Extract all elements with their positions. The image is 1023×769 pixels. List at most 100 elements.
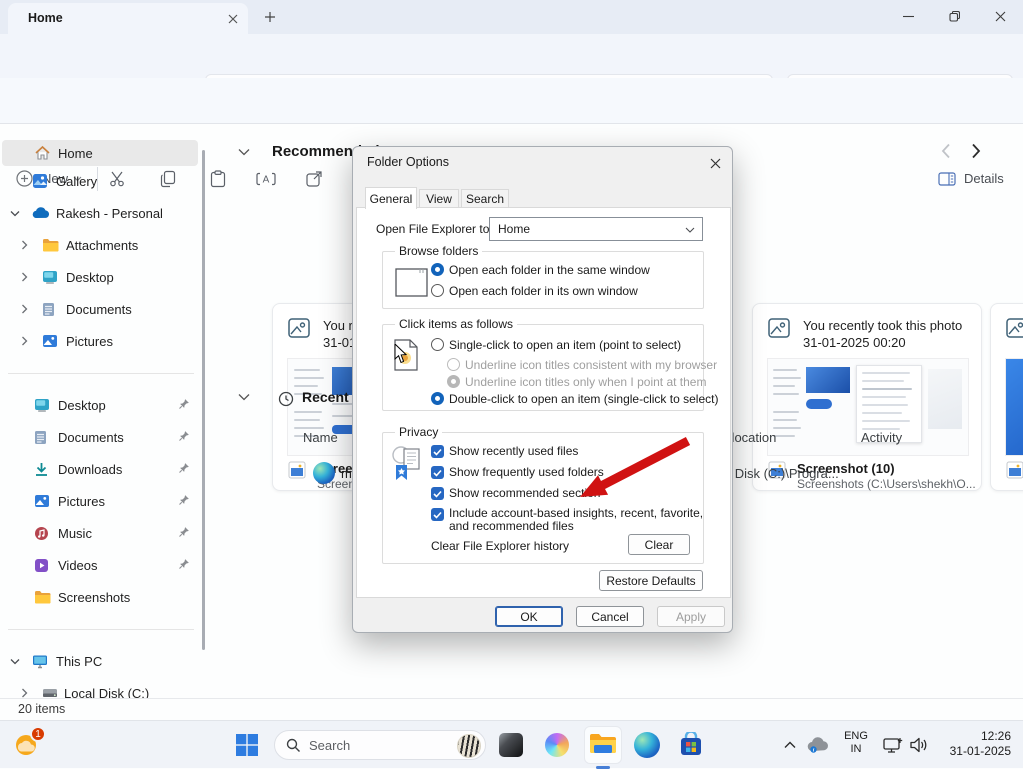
pin-icon [178,398,190,410]
sidebar-item-videos[interactable]: Videos [0,552,200,578]
tab-search[interactable]: Search [461,189,509,208]
tab-close-icon[interactable] [224,10,242,28]
folder-icon [42,238,59,252]
carousel-prev-icon[interactable] [941,143,951,159]
app-icon-dark[interactable] [496,730,526,760]
tab-view[interactable]: View [419,189,459,208]
open-to-label: Open File Explorer to: [376,222,493,236]
tray-chevron-up-icon[interactable] [775,730,805,760]
pin-icon [178,526,190,538]
checkbox-show-recommended[interactable] [431,487,444,500]
cancel-button[interactable]: Cancel [576,606,644,627]
taskbar-search[interactable] [274,730,486,760]
language-indicator[interactable]: ENGIN [840,730,872,756]
sidebar-item-pictures-od[interactable]: Pictures [0,328,200,354]
collapse-recommended-icon[interactable] [238,148,250,156]
date: 31-01-2025 [950,744,1011,758]
chevron-down-icon[interactable] [10,658,20,665]
command-bar: New A Sort View Filter Details [0,78,1023,124]
pin-icon [178,430,190,442]
widgets-weather-icon[interactable]: 1 [12,730,42,760]
downloads-icon [34,462,49,477]
chevron-right-icon[interactable] [21,304,28,314]
folder-options-dialog: Folder Options General View Search Open … [352,146,733,633]
radio-same-window[interactable] [431,263,444,276]
collapse-recent-icon[interactable] [238,393,250,401]
chevron-right-icon[interactable] [21,688,28,698]
radio-own-window[interactable] [431,284,444,297]
column-activity[interactable]: Activity [861,430,902,445]
music-icon [34,526,49,541]
sidebar-scrollbar[interactable] [202,150,205,650]
sidebar-item-documents-od[interactable]: Documents [0,296,200,322]
volume-icon[interactable] [904,730,934,760]
search-highlight-image[interactable] [457,734,481,758]
chevron-right-icon[interactable] [21,336,28,346]
dialog-close-icon[interactable] [706,154,724,172]
store-icon[interactable] [676,730,706,760]
close-icon[interactable] [977,0,1023,33]
sidebar-item-attachments[interactable]: Attachments [0,232,200,258]
checkbox-frequently-used[interactable] [431,466,444,479]
ok-button[interactable]: OK [495,606,563,627]
sidebar-item-music[interactable]: Music [0,520,200,546]
radio-double-click[interactable] [431,392,444,405]
pin-icon [178,558,190,570]
desktop-icon [42,270,58,284]
dialog-title: Folder Options [367,155,449,169]
sidebar-divider [8,373,194,374]
radio-single-click[interactable] [431,338,444,351]
sidebar-item-this-pc[interactable]: This PC [0,648,200,674]
apply-button[interactable]: Apply [657,606,725,627]
new-tab-icon[interactable] [260,7,280,27]
sidebar-item-desktop-od[interactable]: Desktop [0,264,200,290]
photo-icon [1005,316,1023,340]
edge-icon[interactable] [632,730,662,760]
clock[interactable]: 12:2631-01-2025 [935,729,1011,759]
time: 12:26 [981,729,1011,743]
file-explorer-icon [589,732,617,756]
column-name[interactable]: Name [303,430,338,445]
click-items-icon [392,338,420,374]
carousel-next-icon[interactable] [971,143,981,159]
checkbox-account-insights[interactable] [431,508,444,521]
document-icon [42,302,55,317]
open-to-dropdown[interactable]: Home [489,217,703,241]
item-count: 20 items [18,702,65,716]
tab-general[interactable]: General [365,187,417,209]
browse-folders-group: Browse folders Open each folder in the s… [382,251,704,309]
sidebar-item-screenshots[interactable]: Screenshots [0,584,200,610]
sidebar-item-documents-pinned[interactable]: Documents [0,424,200,450]
sidebar-item-downloads[interactable]: Downloads [0,456,200,482]
sidebar-item-onedrive[interactable]: Rakesh - Personal [0,200,200,226]
sidebar-item-desktop-pinned[interactable]: Desktop [0,392,200,418]
minimize-icon[interactable] [885,0,931,33]
sidebar-item-gallery[interactable]: Gallery [0,168,200,194]
radio-underline-point[interactable] [447,375,460,388]
chevron-down-icon[interactable] [10,210,20,217]
videos-icon [34,558,49,573]
radio-underline-browser[interactable] [447,358,460,371]
sidebar: Home Gallery Rakesh - Personal Attachmen… [0,124,207,700]
document-icon [34,430,47,445]
pictures-icon [42,334,58,348]
clear-button[interactable]: Clear [628,534,690,555]
sidebar-item-home[interactable]: Home [2,140,198,166]
browse-folders-icon [394,265,430,299]
sidebar-item-pictures-pinned[interactable]: Pictures [0,488,200,514]
checkbox-recently-used[interactable] [431,445,444,458]
file-explorer-active-highlight[interactable] [584,726,622,764]
chevron-right-icon[interactable] [21,272,28,282]
click-items-group: Click items as follows Single-click to o… [382,324,704,411]
clear-history-label: Clear File Explorer history [431,539,569,553]
onedrive-tray-icon[interactable]: i [803,730,833,760]
chevron-right-icon[interactable] [21,240,28,250]
start-button-icon[interactable] [232,730,262,760]
home-icon [34,145,51,161]
explorer-tab[interactable]: Home [8,3,248,34]
restore-defaults-button[interactable]: Restore Defaults [599,570,703,591]
taskbar-search-input[interactable] [309,735,429,755]
copilot-icon[interactable] [542,730,572,760]
pin-icon [178,494,190,506]
maximize-icon[interactable] [931,0,977,33]
